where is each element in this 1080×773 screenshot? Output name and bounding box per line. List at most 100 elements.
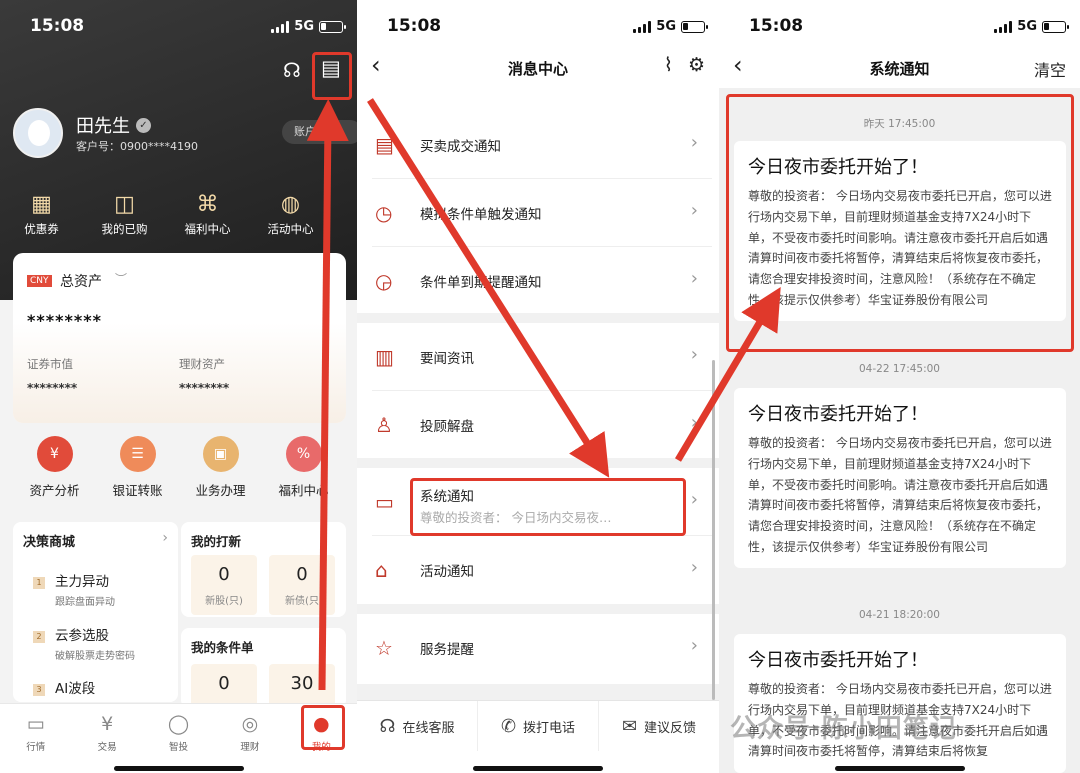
service-icon: ☰	[119, 436, 156, 472]
tab-icon: ◯	[167, 713, 190, 735]
service-item-0[interactable]: ¥ 资产分析	[13, 436, 96, 499]
service-item-1[interactable]: ☰ 银证转账	[96, 436, 179, 499]
user-name: 田先生	[76, 116, 130, 137]
service-item-3[interactable]: % 福利中心	[262, 436, 345, 499]
signal-icon	[633, 20, 652, 33]
highlight-system-notice	[410, 478, 686, 536]
service-item-2[interactable]: ▣ 业务办理	[179, 436, 262, 499]
tab-3[interactable]: ◎ 理财	[214, 704, 285, 773]
ipo-card[interactable]: 我的打新 0 新股(只) 0 新债(只	[181, 522, 346, 617]
message-row-rows2-0[interactable]: ▥ 要闻资讯 ›	[357, 323, 712, 391]
status-time: 15:08	[30, 16, 85, 36]
finance-value: ********	[179, 381, 230, 395]
home-indicator	[835, 766, 965, 771]
decision-mall-card[interactable]: 决策商城 › 1 主力异动 跟踪盘面异动 2 云参选股 破解股票走势密码 3 AI波段	[13, 522, 178, 702]
quick-link-3[interactable]: ◍ 活动中心	[249, 192, 332, 237]
advisor-icon: ♙	[375, 413, 393, 437]
home-indicator	[114, 766, 244, 771]
message-row-rows1-1[interactable]: ◷ 模拟条件单触发通知 ›	[357, 179, 712, 247]
highlight-message-icon	[312, 52, 352, 100]
message-row-rows4-0[interactable]: ☆ 服务提醒 ›	[357, 614, 712, 682]
quick-link-1[interactable]: ◫ 我的已购	[83, 192, 166, 237]
condition-cell-1[interactable]: 0	[191, 664, 257, 708]
chevron-right-icon: ›	[690, 268, 698, 289]
service-shortcuts: ¥ 资产分析 ☰ 银证转账 ▣ 业务办理% 福利中心	[13, 436, 346, 499]
broom-icon[interactable]: ⌇	[664, 54, 673, 76]
notice-card[interactable]: 今日夜市委托开始了！ 尊敬的投资者： 今日场内交易夜市委托已开启，您可以进行场内交…	[734, 388, 1066, 568]
phone-icon: ✆	[500, 715, 517, 737]
status-bar: 15:08 5G	[357, 0, 719, 48]
battery-icon	[681, 20, 708, 33]
headset-icon[interactable]: ☊	[283, 58, 301, 82]
ipo-stock-cell[interactable]: 0 新股(只)	[191, 555, 257, 615]
asset-card[interactable]: CNY 总资产 ︶ ******** 证券市值 理财资产 ******** **…	[13, 253, 346, 423]
message-center-panel: 15:08 5G ‹ 消息中心 ⌇ ⚙ ▤ 买卖成交通知 › ◷ 模拟条件单触发通知 › ◶…	[357, 0, 719, 773]
clear-button[interactable]: 清空	[1034, 57, 1066, 81]
currency-badge: CNY	[27, 275, 52, 287]
scrollbar[interactable]	[712, 360, 715, 700]
signal-icon	[271, 20, 290, 33]
tab-icon: ▭	[26, 713, 45, 735]
star-icon: ☆	[375, 636, 393, 660]
chevron-right-icon: ›	[690, 132, 698, 153]
condition-icon: ◷	[375, 201, 393, 225]
message-row-rows3-1[interactable]: ⌂ 活动通知 ›	[357, 536, 712, 604]
notice-title: 今日夜市委托开始了！	[748, 404, 928, 425]
tab-1[interactable]: ¥ 交易	[71, 704, 142, 773]
mail-icon: ✉	[621, 715, 638, 737]
account-info-button[interactable]: 账户信	[282, 120, 357, 144]
planet-icon: ◍	[280, 192, 301, 217]
status-bar: 15:08 5G	[0, 0, 357, 48]
finance-label: 理财资产	[179, 357, 225, 371]
gift-icon: ⌘	[196, 192, 219, 217]
decision-item-0[interactable]: 1 主力异动 跟踪盘面异动	[33, 570, 115, 608]
system-notice-panel: 15:08 5G ‹ 系统通知 清空 昨天 17:45:00 今日夜市委托开始了！…	[719, 0, 1080, 773]
chevron-right-icon: ›	[690, 557, 698, 578]
ipo-bond-cell[interactable]: 0 新债(只	[269, 555, 335, 615]
quick-link-2[interactable]: ⌘ 福利中心	[166, 192, 249, 237]
watermark: 公众号·陈小田笔记	[730, 714, 957, 744]
notice-body: 尊敬的投资者： 今日场内交易夜市委托已开启，您可以进行场内交易下单，目前理财频道…	[748, 436, 1052, 554]
chevron-right-icon: ›	[690, 635, 698, 656]
chevron-right-icon: ›	[690, 489, 698, 510]
decision-item-1[interactable]: 2 云参选股 破解股票走势密码	[33, 624, 135, 662]
chevron-right-icon[interactable]: ›	[162, 530, 168, 546]
condition-order-card[interactable]: 我的条件单 0 30	[181, 628, 346, 708]
message-row-rows1-0[interactable]: ▤ 买卖成交通知 ›	[357, 111, 712, 179]
tab-icon: ¥	[101, 713, 114, 735]
tab-2[interactable]: ◯ 智投	[143, 704, 214, 773]
condition-cell-2[interactable]: 30	[269, 664, 335, 708]
message-row-rows1-2[interactable]: ◶ 条件单到期提醒通知 ›	[357, 247, 712, 315]
customer-number: 客户号：0900****4190	[76, 140, 198, 153]
notice-card[interactable]: 今日夜市委托开始了！ 尊敬的投资者： 今日场内交易夜市委托已开启，您可以进行场内交…	[734, 634, 1066, 773]
coupon-icon: ▦	[31, 192, 52, 217]
support-item-2[interactable]: ✉ 建议反馈	[599, 701, 719, 751]
tab-0[interactable]: ▭ 行情	[0, 704, 71, 773]
battery-icon	[319, 20, 346, 33]
avatar[interactable]	[13, 108, 63, 158]
highlight-latest-notice	[726, 94, 1074, 352]
notice-time: 04-22 17:45:00	[858, 363, 940, 375]
trade-notice-group: ▤ 买卖成交通知 › ◷ 模拟条件单触发通知 › ◶ 条件单到期提醒通知 ›	[357, 88, 719, 313]
notice-title: 今日夜市委托开始了！	[748, 650, 928, 671]
chevron-right-icon: ›	[690, 344, 698, 365]
news-icon: ▥	[375, 345, 394, 369]
chevron-down-icon[interactable]: ︶	[115, 270, 127, 287]
service-icon: %	[285, 436, 322, 472]
quick-link-0[interactable]: ▦ 优惠券	[0, 192, 83, 237]
support-item-0[interactable]: ☊ 在线客服	[357, 701, 478, 751]
nav-bar: ‹ 系统通知 清空	[719, 48, 1080, 88]
my-page-panel: 15:08 5G ☊ ▤ 田先生 ✓ 客户号：0900****4190 账户信 …	[0, 0, 357, 773]
chevron-right-icon: ›	[690, 412, 698, 433]
gift-box-icon: ⌂	[375, 558, 388, 582]
verified-icon: ✓	[136, 117, 151, 133]
securities-value: ********	[27, 381, 78, 395]
monitor-icon: ▭	[375, 490, 394, 514]
service-group: ☆ 服务提醒 ›	[357, 614, 719, 684]
decision-title: 决策商城	[23, 535, 76, 550]
status-bar: 15:08 5G	[719, 0, 1080, 48]
gear-icon[interactable]: ⚙	[688, 54, 705, 76]
support-item-1[interactable]: ✆ 拨打电话	[478, 701, 599, 751]
message-row-rows2-1[interactable]: ♙ 投顾解盘 ›	[357, 391, 712, 459]
decision-item-2[interactable]: 3 AI波段	[33, 677, 95, 700]
